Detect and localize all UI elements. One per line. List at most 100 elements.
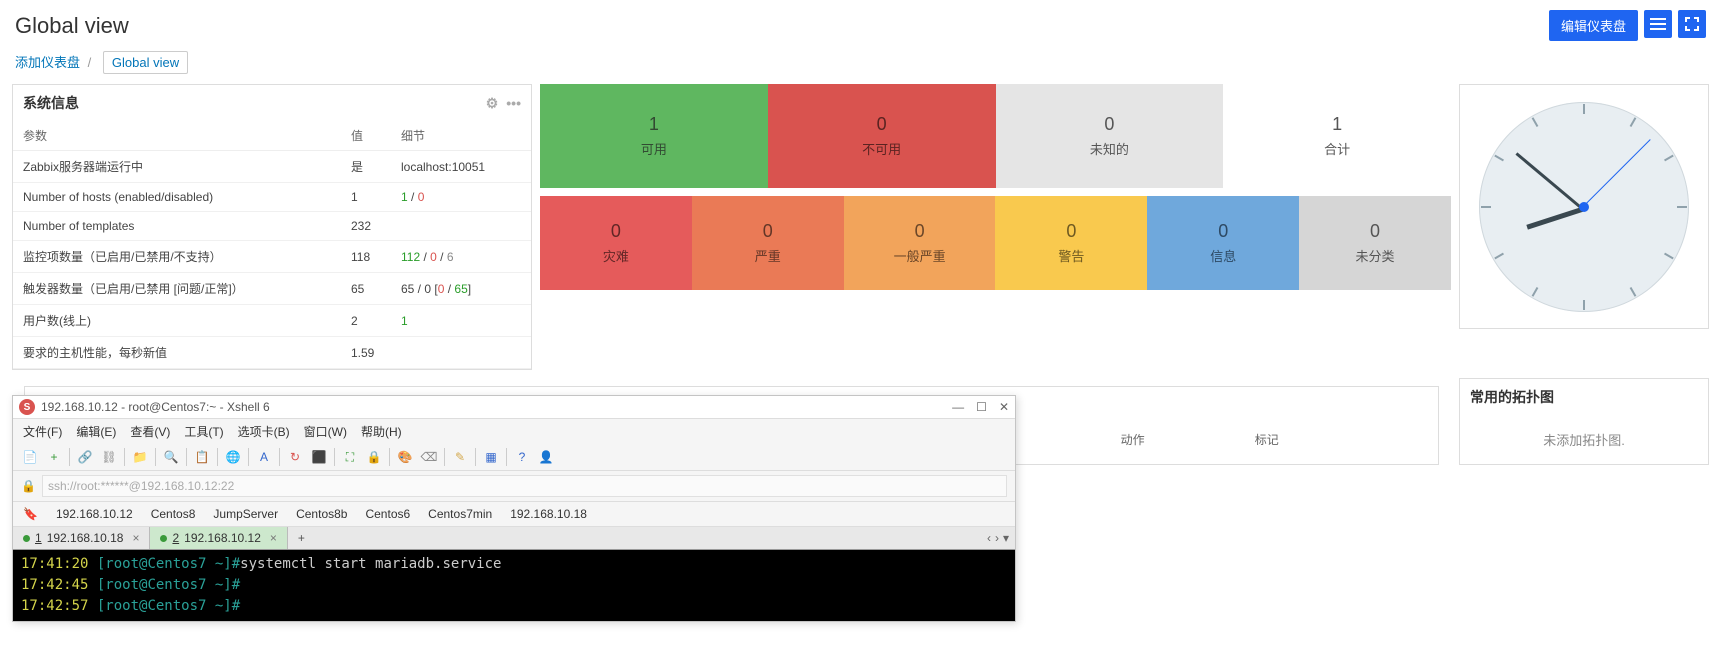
maximize-icon[interactable]: ☐ [976,400,987,414]
severity-tile-一般严重[interactable]: 0一般严重 [844,196,996,290]
xshell-address-bar: 🔒 ssh://root:******@192.168.10.12:22 [13,471,1015,502]
tab-add-button[interactable]: + [288,527,315,549]
session-link[interactable]: JumpServer [213,507,278,521]
edit-dashboard-button[interactable]: 编辑仪表盘 [1549,10,1638,41]
value-cell: 65 [341,273,391,305]
header-actions: 编辑仪表盘 [1549,10,1706,41]
sessions-icon[interactable]: 🔖 [23,507,38,521]
host-tile-不可用[interactable]: 0不可用 [768,84,996,188]
terminal-tab[interactable]: 1192.168.10.18× [13,527,150,549]
menu-item[interactable]: 编辑(E) [76,423,116,440]
session-link[interactable]: Centos8b [296,507,347,521]
tab-list-icon[interactable]: ▾ [1003,531,1009,545]
table-row: 触发器数量（已启用/已禁用 [问题/正常]）6565 / 0 [0 / 65] [13,273,531,305]
xshell-titlebar[interactable]: S 192.168.10.12 - root@Centos7:~ - Xshel… [13,396,1015,419]
tile-number: 0 [540,221,692,242]
detail-cell: 1 [391,305,531,337]
col-tag[interactable]: 标记 [1255,431,1279,448]
breadcrumb-current[interactable]: Global view [103,51,188,74]
address-text[interactable]: ssh://root:******@192.168.10.12:22 [42,475,1007,497]
tile-label: 合计 [1223,139,1451,158]
severity-tile-灾难[interactable]: 0灾难 [540,196,692,290]
xshell-app-icon: S [19,399,35,415]
layout-icon[interactable]: ▦ [482,448,500,466]
xshell-menubar: 文件(F) 编辑(E) 查看(V) 工具(T) 选项卡(B) 窗口(W) 帮助(H) [13,419,1015,444]
clock-tick [1677,206,1687,208]
disconnect-icon[interactable]: ⛓ [100,448,118,466]
breadcrumb-add-dashboard[interactable]: 添加仪表盘 [15,55,80,70]
tile-number: 0 [692,221,844,242]
system-info-panel: 系统信息 ⚙ ••• 参数 值 细节 Zabbix服务器端运行中是localho… [12,84,532,370]
gear-icon[interactable]: ⚙ [486,95,499,112]
eraser-icon[interactable]: ⌫ [420,448,438,466]
session-link[interactable]: Centos7min [428,507,492,521]
host-tile-可用[interactable]: 1可用 [540,84,768,188]
tab-close-icon[interactable]: × [132,531,139,545]
xshell-toolbar: 📄 + 🔗 ⛓ 📁 🔍 📋 🌐 A ↻ ⬛ ⛶ 🔒 🎨 ⌫ ✎ ▦ ? 👤 [13,444,1015,471]
new-session-icon[interactable]: 📄 [21,448,39,466]
session-link[interactable]: 192.168.10.12 [56,507,133,521]
severity-tile-未分类[interactable]: 0未分类 [1299,196,1451,290]
refresh-icon[interactable]: ↻ [286,448,304,466]
terminal-tab[interactable]: 2192.168.10.12× [150,527,287,549]
system-info-title: 系统信息 [23,93,79,113]
minimize-icon[interactable]: — [952,400,964,414]
clock-minute-hand [1515,152,1582,209]
tile-label: 未分类 [1299,246,1451,265]
add-icon[interactable]: + [45,448,63,466]
value-cell: 2 [341,305,391,337]
terminal-line: 17:41:20 [root@Centos7 ~]#systemctl star… [21,554,1007,575]
folder-icon[interactable]: 📁 [131,448,149,466]
palette-icon[interactable]: 🎨 [396,448,414,466]
col-action[interactable]: 动作 [1121,431,1145,448]
copy-icon[interactable]: 📋 [193,448,211,466]
link-icon[interactable]: 🔗 [76,448,94,466]
tab-close-icon[interactable]: × [270,531,277,545]
clock-tick [1494,154,1504,161]
search-icon[interactable]: 🔍 [162,448,180,466]
menu-item[interactable]: 查看(V) [130,423,170,440]
host-tile-合计[interactable]: 1合计 [1223,84,1451,188]
severity-tile-严重[interactable]: 0严重 [692,196,844,290]
clock-tick [1583,300,1585,310]
severity-tile-警告[interactable]: 0警告 [995,196,1147,290]
tab-scroll-left-icon[interactable]: ‹ [987,531,991,545]
xshell-terminal[interactable]: 17:41:20 [root@Centos7 ~]#systemctl star… [13,550,1015,621]
lock-icon[interactable]: 🔒 [365,448,383,466]
detail-cell [391,337,531,369]
value-cell: 118 [341,241,391,273]
tile-label: 一般严重 [844,246,996,265]
tab-scroll-right-icon[interactable]: › [995,531,999,545]
menu-item[interactable]: 工具(T) [184,423,223,440]
script-icon[interactable]: ⬛ [310,448,328,466]
tile-number: 0 [995,221,1147,242]
host-tile-未知的[interactable]: 0未知的 [996,84,1224,188]
expand-icon[interactable]: ⛶ [341,448,359,466]
clock-center [1579,202,1589,212]
user-icon[interactable]: 👤 [537,448,555,466]
font-icon[interactable]: A [255,448,273,466]
menu-item[interactable]: 帮助(H) [361,423,402,440]
close-icon[interactable]: ✕ [999,400,1009,414]
xshell-window[interactable]: S 192.168.10.12 - root@Centos7:~ - Xshel… [12,395,1016,622]
value-cell: 1.59 [341,337,391,369]
clock-tick [1532,117,1539,127]
session-link[interactable]: 192.168.10.18 [510,507,587,521]
menu-item[interactable]: 窗口(W) [304,423,347,440]
param-cell: 监控项数量（已启用/已禁用/不支持） [13,241,341,273]
status-dot-icon [160,535,167,542]
menu-icon[interactable] [1644,10,1672,38]
session-link[interactable]: Centos6 [365,507,410,521]
menu-item[interactable]: 选项卡(B) [238,423,290,440]
xshell-tabs: 1192.168.10.18×2192.168.10.12×+ ‹ › ▾ [13,527,1015,550]
severity-tile-信息[interactable]: 0信息 [1147,196,1299,290]
host-availability-tiles: 1可用0不可用0未知的1合计 [540,84,1451,188]
menu-item[interactable]: 文件(F) [23,423,62,440]
globe-icon[interactable]: 🌐 [224,448,242,466]
fullscreen-icon[interactable] [1678,10,1706,38]
clock-face [1479,102,1689,312]
session-link[interactable]: Centos8 [151,507,196,521]
help-icon[interactable]: ? [513,448,531,466]
more-icon[interactable]: ••• [506,95,521,112]
edit-icon[interactable]: ✎ [451,448,469,466]
